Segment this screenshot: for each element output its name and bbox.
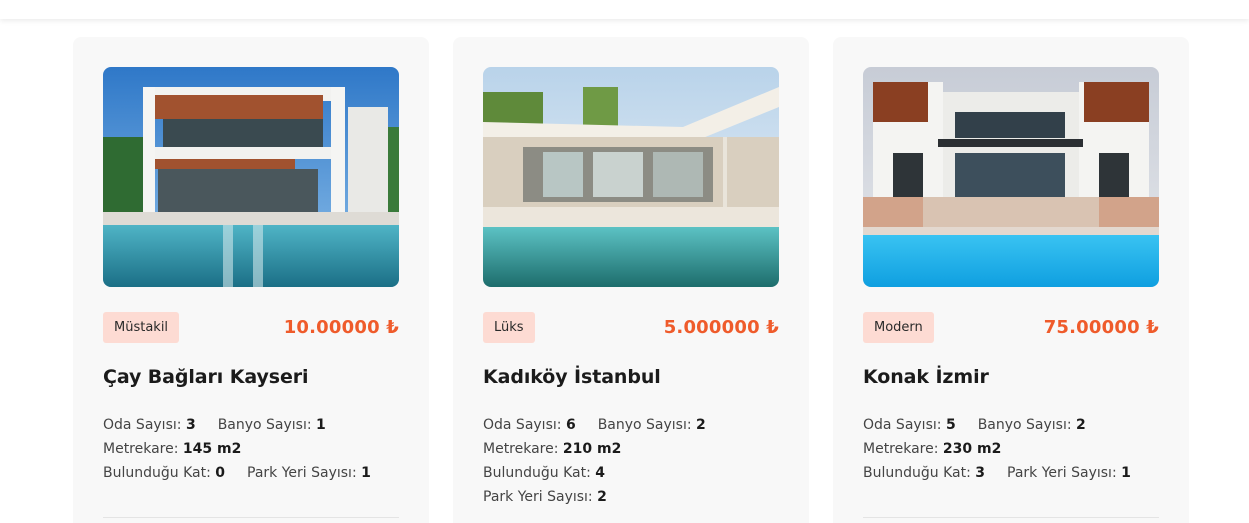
listing-meta-row: Lüks 5.000000 ₺ xyxy=(483,312,779,343)
listing-price: 5.000000 ₺ xyxy=(663,317,779,338)
floor-label: Bulunduğu Kat: xyxy=(483,465,591,481)
area-spec: Metrekare: 230 m2 xyxy=(863,437,1001,461)
listing-meta-row: Modern 75.00000 ₺ xyxy=(863,312,1159,343)
baths-label: Banyo Sayısı: xyxy=(217,417,312,433)
floor-value: 4 xyxy=(595,465,606,481)
baths-label: Banyo Sayısı: xyxy=(597,417,692,433)
area-label: Metrekare: xyxy=(483,441,559,457)
rooms-label: Oda Sayısı: xyxy=(863,417,942,433)
floor-label: Bulunduğu Kat: xyxy=(103,465,211,481)
baths-value: 2 xyxy=(1076,417,1086,433)
listing-photo[interactable] xyxy=(483,67,779,287)
rooms-spec: Oda Sayısı: 3 xyxy=(103,413,196,437)
parking-spec: Park Yeri Sayısı: 2 xyxy=(483,485,607,509)
baths-label: Banyo Sayısı: xyxy=(977,417,1072,433)
parking-spec: Park Yeri Sayısı: 1 xyxy=(247,461,371,485)
parking-label: Park Yeri Sayısı: xyxy=(483,489,593,505)
baths-value: 1 xyxy=(316,417,326,433)
listing-card[interactable]: Lüks 5.000000 ₺ Kadıköy İstanbul Oda Say… xyxy=(453,37,809,523)
rooms-label: Oda Sayısı: xyxy=(483,417,562,433)
area-spec: Metrekare: 145 m2 xyxy=(103,437,241,461)
listing-title[interactable]: Çay Bağları Kayseri xyxy=(103,366,399,388)
baths-spec: Banyo Sayısı: 2 xyxy=(978,413,1086,437)
rooms-label: Oda Sayısı: xyxy=(103,417,182,433)
category-badge: Lüks xyxy=(483,312,535,343)
listing-card[interactable]: Modern 75.00000 ₺ Konak İzmir Oda Sayısı… xyxy=(833,37,1189,523)
parking-value: 1 xyxy=(361,465,371,481)
rooms-spec: Oda Sayısı: 6 xyxy=(483,413,576,437)
listing-meta-row: Müstakil 10.00000 ₺ xyxy=(103,312,399,343)
card-divider xyxy=(103,517,399,518)
listing-title[interactable]: Kadıköy İstanbul xyxy=(483,366,779,388)
rooms-value: 3 xyxy=(185,417,196,433)
listing-specs: Oda Sayısı: 6 Banyo Sayısı: 2 Metrekare: … xyxy=(483,413,779,509)
listing-photo[interactable] xyxy=(863,67,1159,287)
area-label: Metrekare: xyxy=(103,441,179,457)
area-value: 230 m2 xyxy=(942,441,1002,457)
listing-card[interactable]: Müstakil 10.00000 ₺ Çay Bağları Kayseri … xyxy=(73,37,429,523)
floor-label: Bulunduğu Kat: xyxy=(863,465,971,481)
baths-spec: Banyo Sayısı: 2 xyxy=(598,413,706,437)
rooms-value: 5 xyxy=(945,417,956,433)
area-value: 210 m2 xyxy=(562,441,622,457)
listing-specs: Oda Sayısı: 3 Banyo Sayısı: 1 Metrekare: … xyxy=(103,413,399,485)
rooms-spec: Oda Sayısı: 5 xyxy=(863,413,956,437)
floor-value: 0 xyxy=(215,465,226,481)
category-badge: Modern xyxy=(863,312,934,343)
listing-specs: Oda Sayısı: 5 Banyo Sayısı: 2 Metrekare: … xyxy=(863,413,1159,485)
parking-value: 1 xyxy=(1121,465,1131,481)
listing-cards: Müstakil 10.00000 ₺ Çay Bağları Kayseri … xyxy=(73,37,1189,523)
rooms-value: 6 xyxy=(565,417,576,433)
parking-label: Park Yeri Sayısı: xyxy=(1007,465,1117,481)
floor-spec: Bulunduğu Kat: 0 xyxy=(103,461,225,485)
listing-title[interactable]: Konak İzmir xyxy=(863,366,1159,388)
area-label: Metrekare: xyxy=(863,441,939,457)
top-header-bar xyxy=(0,0,1249,19)
floor-spec: Bulunduğu Kat: 4 xyxy=(483,461,605,485)
listing-price: 10.00000 ₺ xyxy=(283,317,399,338)
listing-price: 75.00000 ₺ xyxy=(1043,317,1159,338)
card-divider xyxy=(863,517,1159,518)
area-spec: Metrekare: 210 m2 xyxy=(483,437,621,461)
parking-spec: Park Yeri Sayısı: 1 xyxy=(1007,461,1131,485)
listing-photo[interactable] xyxy=(103,67,399,287)
parking-label: Park Yeri Sayısı: xyxy=(247,465,357,481)
floor-spec: Bulunduğu Kat: 3 xyxy=(863,461,985,485)
baths-spec: Banyo Sayısı: 1 xyxy=(218,413,326,437)
baths-value: 2 xyxy=(696,417,706,433)
area-value: 145 m2 xyxy=(182,441,242,457)
parking-value: 2 xyxy=(597,489,607,505)
category-badge: Müstakil xyxy=(103,312,180,343)
floor-value: 3 xyxy=(975,465,986,481)
